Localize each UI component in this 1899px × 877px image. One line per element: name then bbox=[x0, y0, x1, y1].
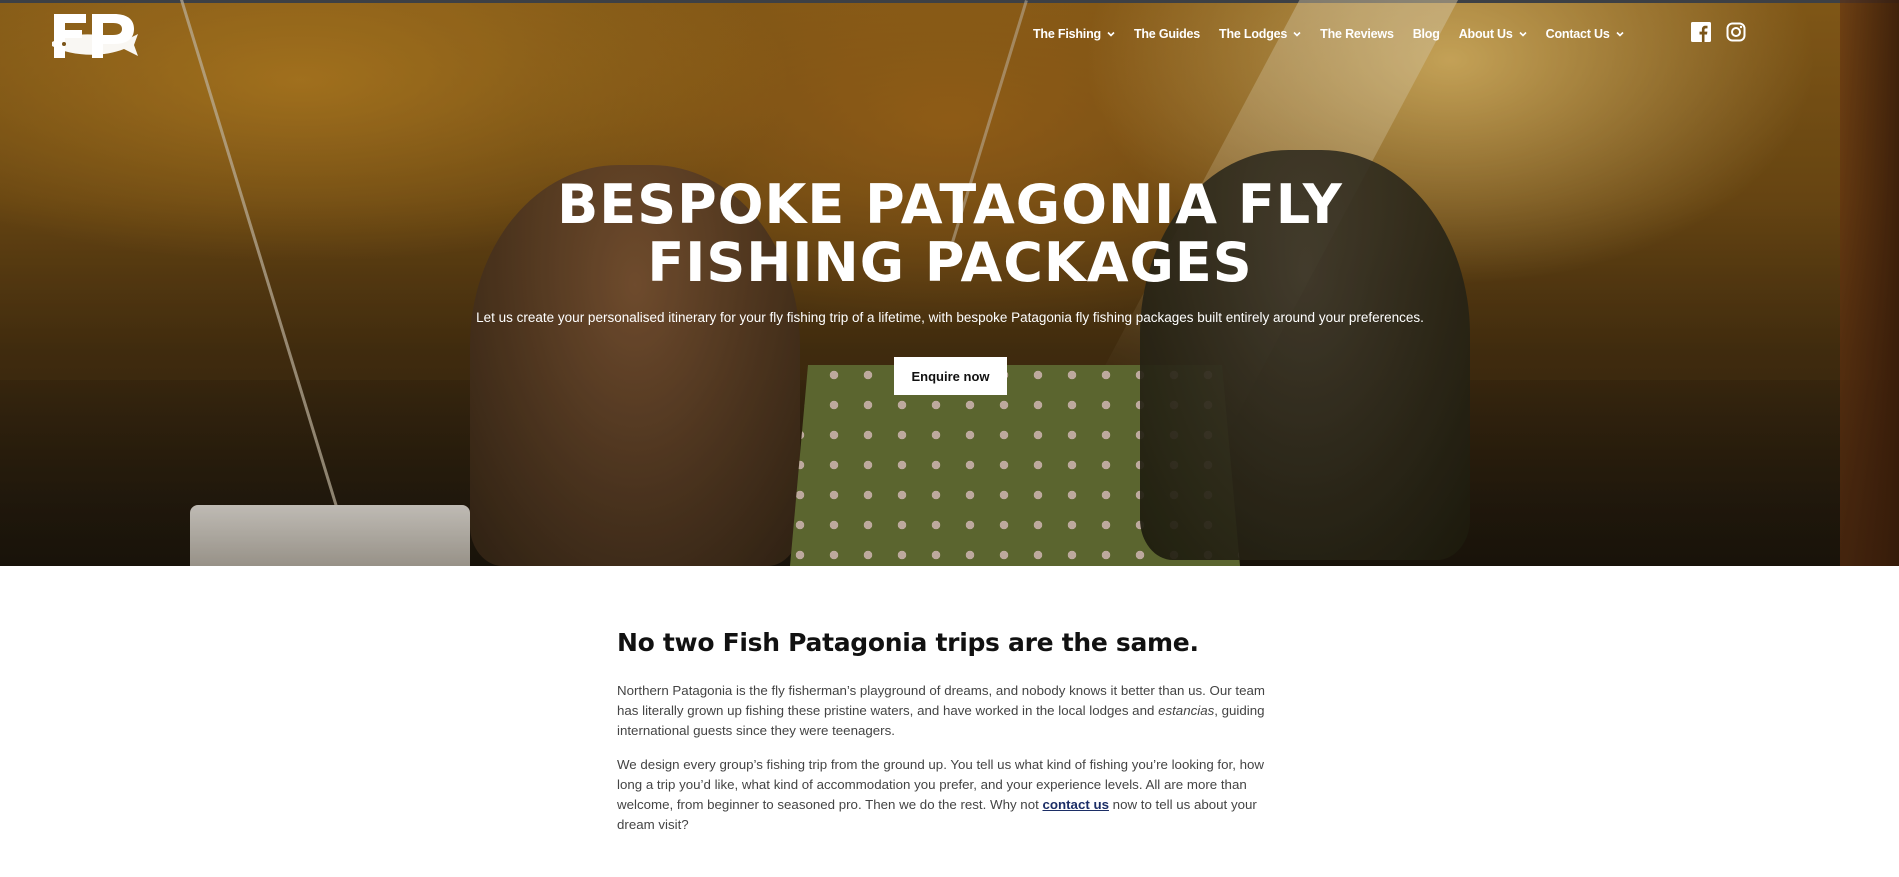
hero-subtitle: Let us create your personalised itinerar… bbox=[476, 310, 1424, 325]
nav-item-label: Contact Us bbox=[1545, 27, 1610, 41]
enquire-now-button[interactable]: Enquire now bbox=[894, 357, 1007, 395]
nav-item-label: The Reviews bbox=[1320, 27, 1394, 41]
facebook-icon[interactable] bbox=[1691, 22, 1711, 42]
hero-title-line-1: BESPOKE PATAGONIA FLY bbox=[557, 173, 1343, 236]
nav-item-label: Blog bbox=[1412, 27, 1440, 41]
nav-item-label: The Guides bbox=[1133, 27, 1201, 41]
contact-us-link[interactable]: contact us bbox=[1042, 797, 1109, 812]
chevron-down-icon bbox=[1519, 31, 1527, 37]
chevron-down-icon bbox=[1107, 31, 1115, 37]
main-nav: The Fishing The Guides The Lodges The Re… bbox=[1033, 24, 1643, 44]
intro-paragraph-1: Northern Patagonia is the fly fisherman’… bbox=[617, 681, 1287, 741]
nav-item-the-guides[interactable]: The Guides bbox=[1134, 27, 1200, 41]
intro-paragraph-2: We design every group’s fishing trip fro… bbox=[617, 755, 1287, 835]
intro-p1-emphasis: estancias bbox=[1158, 703, 1215, 718]
fish-patagonia-logo[interactable]: FP bbox=[52, 12, 140, 60]
nav-item-label: The Lodges bbox=[1219, 27, 1288, 41]
nav-item-blog[interactable]: Blog bbox=[1413, 27, 1440, 41]
nav-item-the-fishing[interactable]: The Fishing bbox=[1033, 27, 1115, 41]
chevron-down-icon bbox=[1293, 31, 1301, 37]
nav-item-about-us[interactable]: About Us bbox=[1459, 27, 1527, 41]
nav-item-the-lodges[interactable]: The Lodges bbox=[1219, 27, 1301, 41]
nav-item-label: The Fishing bbox=[1033, 27, 1101, 41]
nav-item-the-reviews[interactable]: The Reviews bbox=[1320, 27, 1394, 41]
nav-item-contact-us[interactable]: Contact Us bbox=[1546, 27, 1624, 41]
hero-title: BESPOKE PATAGONIA FLY FISHING PACKAGES bbox=[450, 176, 1450, 292]
chevron-down-icon bbox=[1616, 31, 1624, 37]
intro-section: No two Fish Patagonia trips are the same… bbox=[617, 628, 1287, 849]
instagram-icon[interactable] bbox=[1726, 22, 1746, 42]
intro-heading: No two Fish Patagonia trips are the same… bbox=[617, 628, 1199, 657]
nav-item-label: About Us bbox=[1458, 27, 1513, 41]
hero-title-line-2: FISHING PACKAGES bbox=[647, 231, 1253, 294]
